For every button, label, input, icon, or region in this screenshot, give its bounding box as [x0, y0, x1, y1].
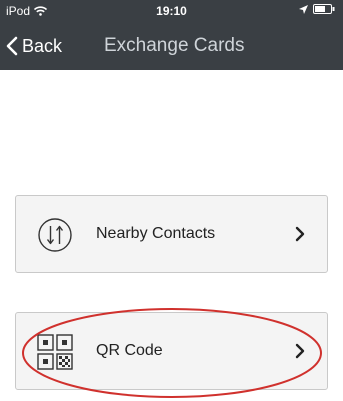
page-title: Exchange Cards [104, 35, 245, 56]
status-time: 19:10 [156, 4, 187, 18]
chevron-right-icon [295, 226, 305, 242]
nearby-contacts-label: Nearby Contacts [96, 225, 216, 242]
back-label: Back [22, 35, 63, 56]
back-button[interactable]: Back [6, 22, 62, 70]
status-bar: iPod 19:10 [0, 0, 343, 22]
location-arrow-icon [299, 4, 308, 14]
chevron-right-icon [295, 343, 305, 359]
battery-icon [313, 4, 335, 14]
chevron-left-icon [6, 36, 18, 56]
navigation-bar: Back Exchange Cards [0, 22, 343, 70]
qr-code-icon [37, 334, 73, 370]
status-right [299, 4, 335, 14]
qr-code-option[interactable]: QR Code [15, 312, 328, 390]
exchange-arrows-icon [38, 218, 72, 252]
content-area: Nearby Contacts QR Code [0, 70, 343, 400]
qr-code-label: QR Code [96, 342, 163, 359]
nearby-contacts-option[interactable]: Nearby Contacts [15, 195, 328, 273]
